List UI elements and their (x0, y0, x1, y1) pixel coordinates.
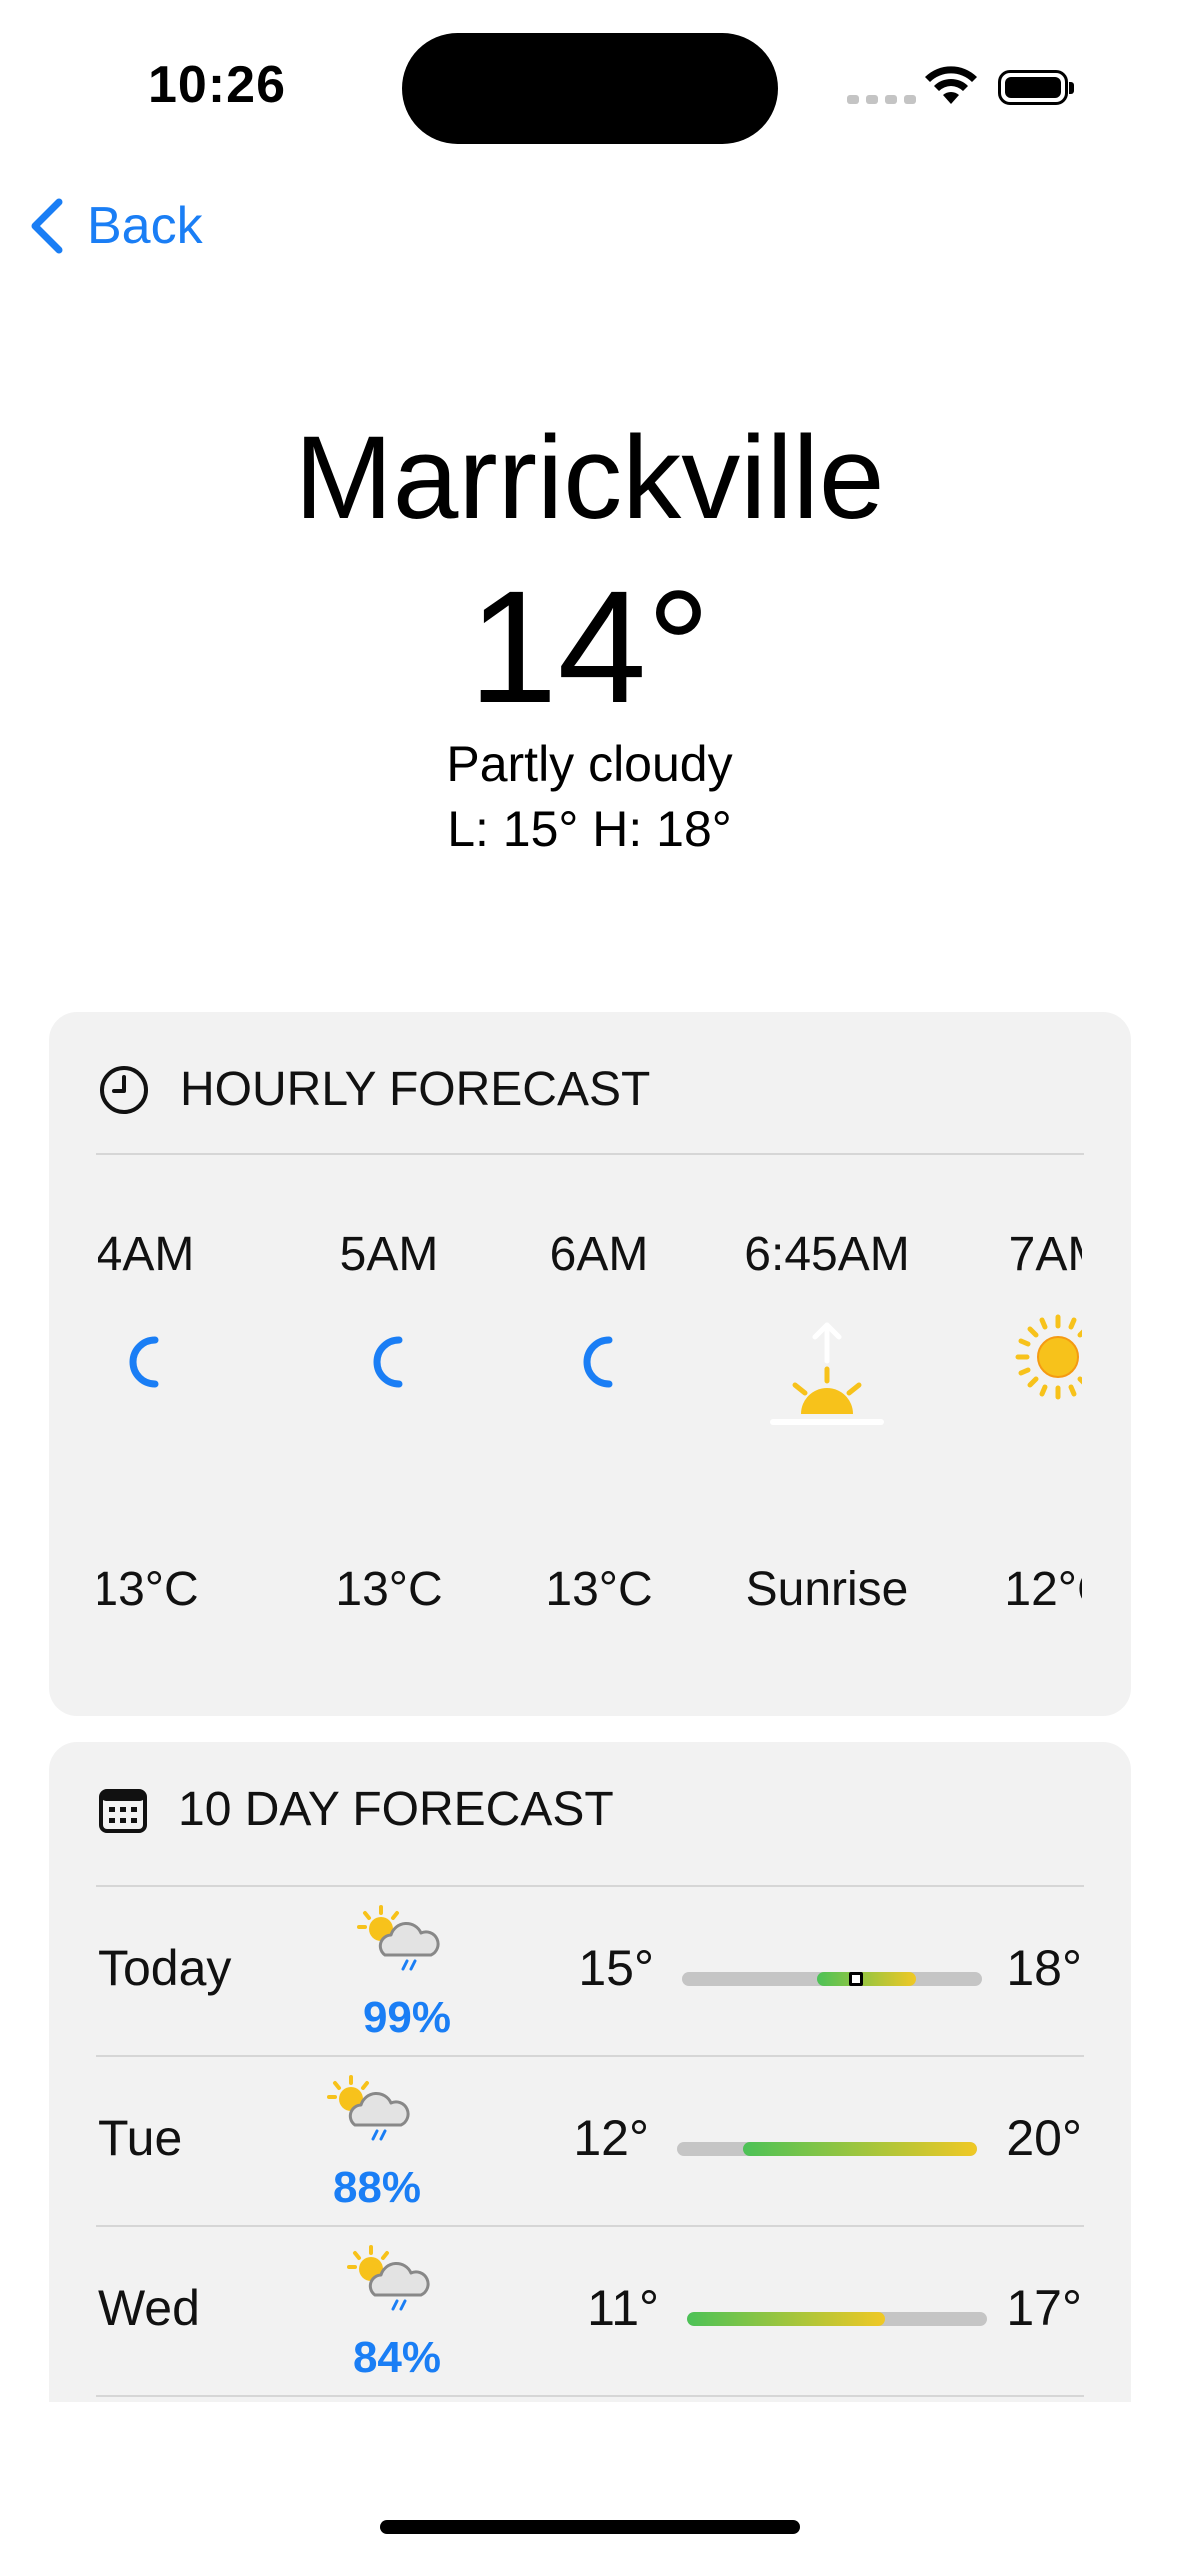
sun-cloud-rain-icon (327, 2075, 410, 2141)
home-indicator[interactable] (380, 2520, 800, 2534)
hourly-forecast-card: HOURLY FORECAST 4AM 13°C 5AM 13°C 6AM 13… (49, 1012, 1131, 1716)
hour-time: 7AM (1008, 1228, 1082, 1281)
day-low-temperature: 15° (578, 1940, 654, 1996)
day-row[interactable]: Wed 84% 11° 17° (49, 2227, 1131, 2397)
current-temperature-marker (849, 1972, 863, 1986)
daily-forecast-header: 10 DAY FORECAST (98, 1782, 614, 1837)
day-high-temperature: 17° (1006, 2280, 1082, 2336)
back-button[interactable]: Back (25, 196, 203, 256)
dynamic-island (402, 33, 778, 144)
day-low-temperature: 11° (587, 2280, 659, 2336)
day-low-temperature: 12° (573, 2110, 649, 2166)
daily-forecast-title: 10 DAY FORECAST (178, 1783, 614, 1836)
temperature-range-bar (682, 1972, 982, 1986)
current-temperature: 14° (468, 557, 711, 736)
low-high-temperature: L: 15° H: 18° (447, 801, 732, 857)
moon-icon (583, 1336, 613, 1388)
precipitation-chance: 84% (352, 2333, 442, 2382)
cellular-signal-icon (847, 95, 916, 104)
hour-time: 4AM (98, 1228, 195, 1281)
moon-icon (129, 1336, 159, 1388)
calendar-icon (99, 1788, 147, 1833)
temperature-range-bar (677, 2142, 977, 2156)
temperature-range-fill (687, 2312, 885, 2326)
sun-cloud-rain-icon (357, 1905, 440, 1971)
day-name: Wed (98, 2280, 200, 2336)
temperature-range-bar (687, 2312, 987, 2326)
back-label: Back (87, 197, 203, 255)
moon-icon (373, 1336, 403, 1388)
city-name: Marrickville (294, 412, 885, 544)
hour-temperature: 13°C (98, 1563, 199, 1616)
daily-forecast-card: 10 DAY FORECAST Today 99% 15° 18° Tue 88… (49, 1742, 1131, 2402)
sun-cloud-rain-icon (347, 2245, 430, 2311)
hour-temperature: 13°C (335, 1563, 443, 1616)
day-name: Today (98, 1940, 232, 1996)
hourly-scroll[interactable]: 4AM 13°C 5AM 13°C 6AM 13°C 6:45AM Sunris… (98, 1012, 1082, 1716)
day-name: Tue (98, 2110, 183, 2166)
hour-temperature: 13°C (545, 1563, 653, 1616)
sun-icon (1015, 1314, 1082, 1400)
precipitation-chance: 88% (332, 2163, 422, 2212)
hour-temperature: Sunrise (745, 1563, 909, 1616)
day-row[interactable]: Tue 88% 12° 20° (49, 2057, 1131, 2227)
day-high-temperature: 20° (1006, 2110, 1082, 2166)
battery-icon (998, 70, 1074, 105)
day-high-temperature: 18° (1006, 1940, 1082, 1996)
hour-time: 5AM (339, 1228, 439, 1281)
sunrise-icon (770, 1322, 884, 1425)
wifi-icon (925, 66, 977, 104)
day-row[interactable]: Today 99% 15° 18° (49, 1887, 1131, 2057)
hour-time: 6AM (549, 1228, 649, 1281)
divider (96, 2395, 1084, 2397)
hour-time: 6:45AM (744, 1228, 910, 1281)
status-time: 10:26 (148, 56, 286, 114)
hour-temperature: 12°C (1004, 1563, 1082, 1616)
temperature-range-fill (743, 2142, 977, 2156)
chevron-left-icon (31, 198, 63, 254)
precipitation-chance: 99% (362, 1993, 452, 2042)
weather-condition: Partly cloudy (446, 736, 733, 792)
temperature-range-fill (817, 1972, 916, 1986)
